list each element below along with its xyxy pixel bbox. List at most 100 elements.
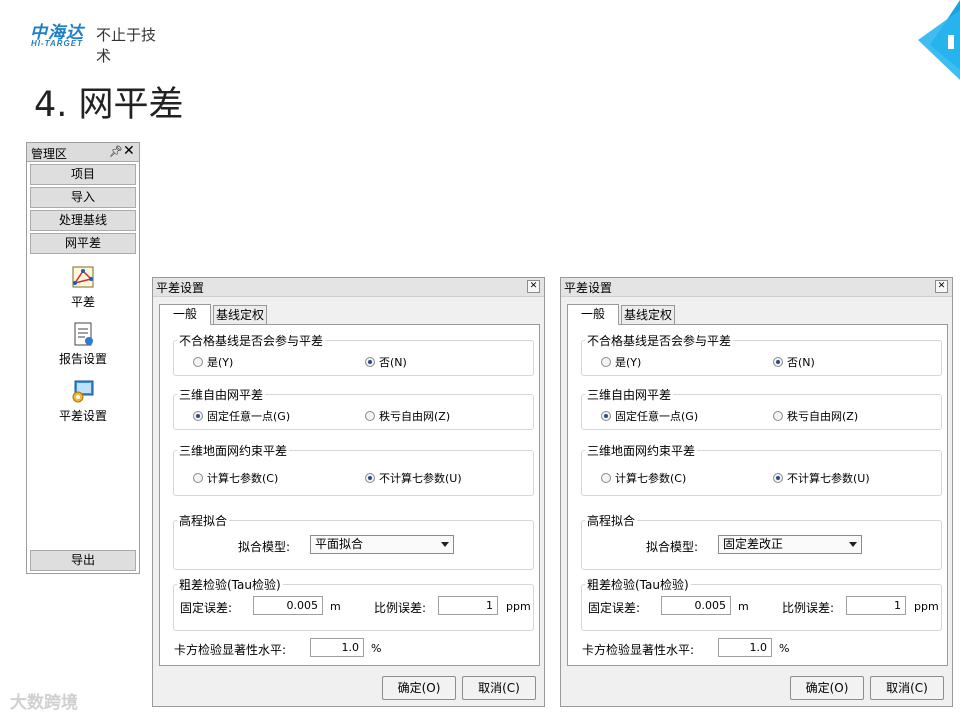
page-title: 4. 网平差 [34, 85, 184, 125]
tab-page-general: 不合格基线是否会参与平差 是(Y) 否(N) 三维自由网平差 固定任意一点(G)… [567, 324, 948, 666]
chevron-down-icon [849, 542, 857, 547]
radio-dot [601, 357, 611, 367]
radio-dot-selected [365, 473, 375, 483]
group-3d-free-network-label: 三维自由网平差 [585, 386, 674, 403]
cancel-button[interactable]: 取消(C) [870, 676, 944, 700]
radio-yes-label: 是(Y) [207, 356, 234, 369]
radio-no-label: 否(N) [787, 356, 815, 369]
fixed-error-input[interactable]: 0.005 [661, 596, 731, 615]
radio-no[interactable]: 否(N) [773, 354, 815, 370]
logo-en-text: HI-TARGET [31, 39, 83, 48]
tool-report-settings-label: 报告设置 [58, 352, 107, 366]
tab-general[interactable]: 一般 [567, 304, 619, 325]
radio-rank-deficient[interactable]: 秩亏自由网(Z) [365, 408, 450, 424]
chi-square-label: 卡方检验显著性水平: [582, 643, 695, 657]
radio-rank-deficient[interactable]: 秩亏自由网(Z) [773, 408, 858, 424]
pin-icon[interactable]: 📌︎ [109, 145, 123, 158]
dialog-close-icon[interactable]: ✕ [935, 280, 948, 293]
fixed-error-input[interactable]: 0.005 [253, 596, 323, 615]
ratio-error-input[interactable]: 1 [846, 596, 906, 615]
ratio-error-input[interactable]: 1 [438, 596, 498, 615]
radio-fixed-point-label: 固定任意一点(G) [207, 410, 291, 423]
radio-calc-7param-label: 计算七参数(C) [615, 472, 687, 485]
radio-no-7param[interactable]: 不计算七参数(U) [773, 470, 870, 486]
fit-model-label: 拟合模型: [238, 540, 291, 554]
group-3d-free-network-label: 三维自由网平差 [177, 386, 266, 403]
radio-dot-selected [773, 473, 783, 483]
ok-button[interactable]: 确定(O) [382, 676, 456, 700]
group-unqualified-baseline-label: 不合格基线是否会参与平差 [177, 332, 326, 349]
ratio-error-unit: ppm [914, 600, 939, 613]
radio-dot-selected [365, 357, 375, 367]
fixed-error-unit: m [330, 600, 341, 613]
tab-baseline-weight[interactable]: 基线定权 [213, 305, 267, 325]
tab-general[interactable]: 一般 [159, 304, 211, 325]
fit-model-value: 固定差改正 [723, 537, 784, 551]
ratio-error-label: 比例误差: [374, 601, 427, 615]
dialog-title: 平差设置 [564, 281, 613, 295]
nav-button-project[interactable]: 项目 [30, 164, 136, 185]
ratio-error-unit: ppm [506, 600, 531, 613]
radio-dot-selected [193, 411, 203, 421]
management-panel: 管理区 📌︎ ✕ 项目 导入 处理基线 网平差 平差 报告设置 平差设置 导出 [26, 142, 140, 574]
chi-square-unit: % [371, 642, 382, 655]
fixed-error-label: 固定误差: [180, 601, 233, 615]
adjust-icon [72, 266, 94, 288]
group-height-fitting-label: 高程拟合 [585, 512, 638, 529]
radio-yes[interactable]: 是(Y) [193, 354, 233, 370]
corner-decoration-icon [918, 0, 960, 80]
radio-no-7param[interactable]: 不计算七参数(U) [365, 470, 462, 486]
radio-dot [193, 357, 203, 367]
fixed-error-label: 固定误差: [588, 601, 641, 615]
nav-button-export[interactable]: 导出 [30, 550, 136, 571]
adjust-settings-dialog-2: 平差设置 ✕ 一般 基线定权 不合格基线是否会参与平差 是(Y) 否(N) 三维… [560, 277, 953, 707]
dialog-titlebar: 平差设置 ✕ [561, 278, 952, 297]
tab-baseline-weight[interactable]: 基线定权 [621, 305, 675, 325]
adjust-settings-dialog-1: 平差设置 ✕ 一般 基线定权 不合格基线是否会参与平差 是(Y) 否(N) 三维… [152, 277, 545, 707]
chi-square-label: 卡方检验显著性水平: [174, 643, 287, 657]
dialog-titlebar: 平差设置 ✕ [153, 278, 544, 297]
chi-square-unit: % [779, 642, 790, 655]
report-icon [74, 322, 93, 346]
watermark: 大数跨境 [10, 693, 78, 713]
fit-model-select[interactable]: 平面拟合 [310, 535, 454, 554]
cancel-button[interactable]: 取消(C) [462, 676, 536, 700]
tool-adjust-label: 平差 [70, 295, 95, 309]
tool-report-settings[interactable]: 报告设置 [27, 320, 139, 367]
nav-button-process-baseline[interactable]: 处理基线 [30, 210, 136, 231]
settings-icon [72, 380, 94, 403]
ok-button[interactable]: 确定(O) [790, 676, 864, 700]
radio-dot [601, 473, 611, 483]
radio-yes-label: 是(Y) [615, 356, 642, 369]
radio-fixed-point[interactable]: 固定任意一点(G) [193, 408, 290, 424]
chi-square-input[interactable]: 1.0 [310, 638, 364, 657]
radio-calc-7param[interactable]: 计算七参数(C) [193, 470, 278, 486]
group-3d-constraint-label: 三维地面网约束平差 [177, 442, 290, 459]
radio-yes[interactable]: 是(Y) [601, 354, 641, 370]
radio-no[interactable]: 否(N) [365, 354, 407, 370]
close-icon[interactable]: ✕ [123, 143, 135, 159]
radio-fixed-point[interactable]: 固定任意一点(G) [601, 408, 698, 424]
radio-calc-7param[interactable]: 计算七参数(C) [601, 470, 686, 486]
ratio-error-label: 比例误差: [782, 601, 835, 615]
nav-button-network-adjustment[interactable]: 网平差 [30, 233, 136, 254]
dialog-title: 平差设置 [156, 281, 205, 295]
chevron-down-icon [441, 542, 449, 547]
tool-adjust-settings[interactable]: 平差设置 [27, 377, 139, 424]
radio-dot [773, 411, 783, 421]
group-3d-constraint-label: 三维地面网约束平差 [585, 442, 698, 459]
nav-button-import[interactable]: 导入 [30, 187, 136, 208]
radio-no-7param-label: 不计算七参数(U) [787, 472, 870, 485]
radio-dot [365, 411, 375, 421]
fixed-error-unit: m [738, 600, 749, 613]
radio-rank-deficient-label: 秩亏自由网(Z) [379, 410, 451, 423]
chi-square-input[interactable]: 1.0 [718, 638, 772, 657]
radio-no-7param-label: 不计算七参数(U) [379, 472, 462, 485]
radio-rank-deficient-label: 秩亏自由网(Z) [787, 410, 859, 423]
fit-model-select[interactable]: 固定差改正 [718, 535, 862, 554]
dialog-close-icon[interactable]: ✕ [527, 280, 540, 293]
tool-adjust[interactable]: 平差 [27, 263, 139, 310]
fit-model-label: 拟合模型: [646, 540, 699, 554]
fit-model-value: 平面拟合 [315, 537, 364, 551]
radio-fixed-point-label: 固定任意一点(G) [615, 410, 699, 423]
